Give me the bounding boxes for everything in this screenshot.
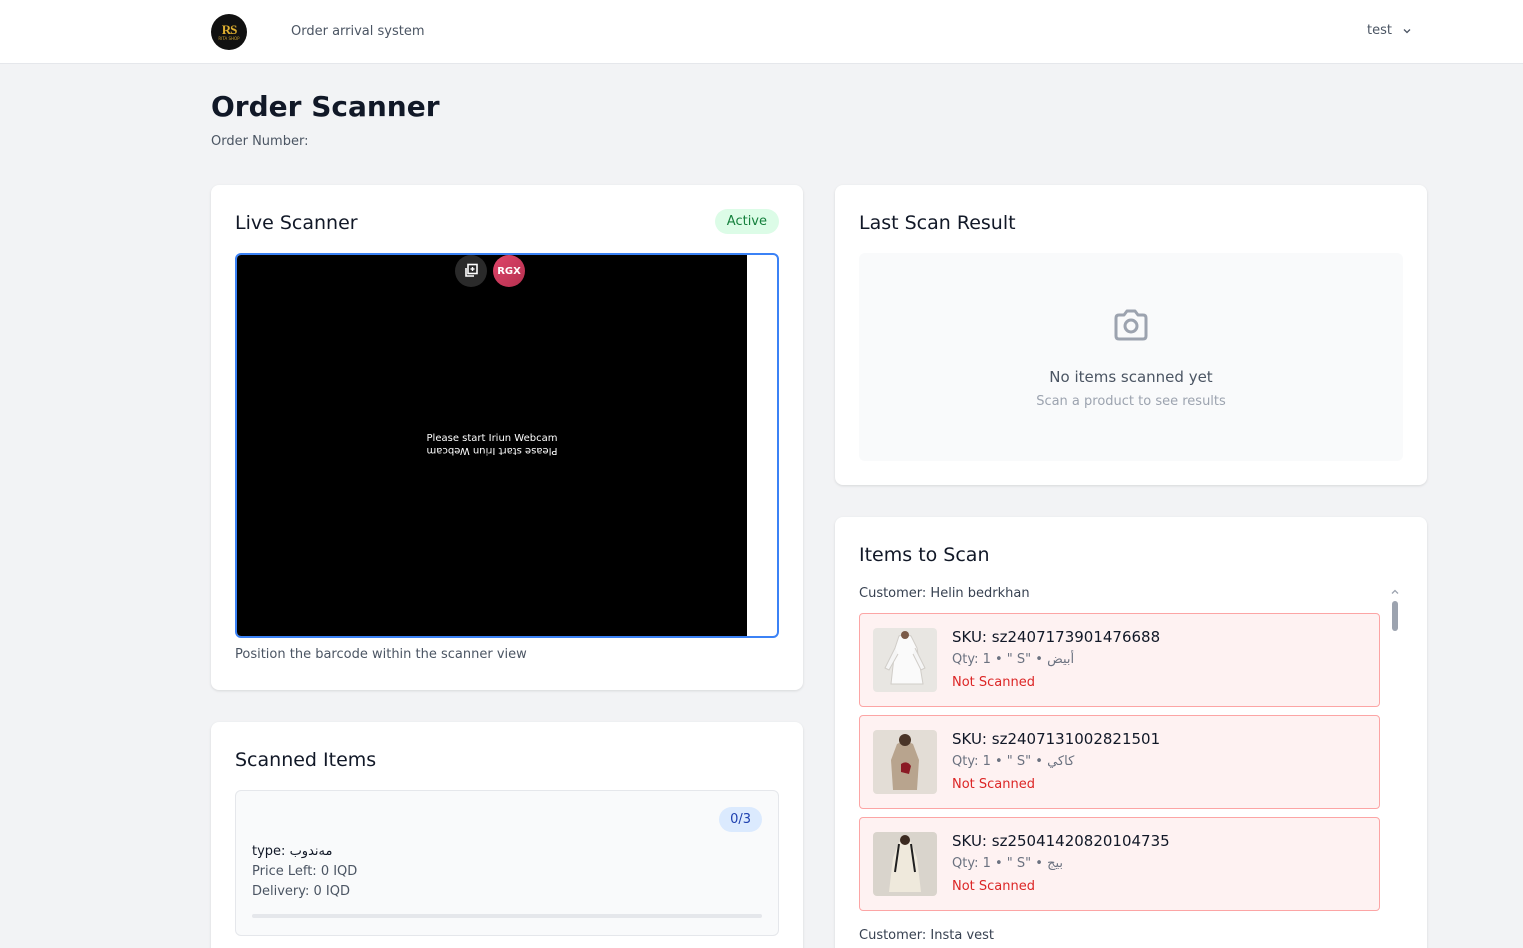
item-meta: Qty: 1 • " S" • أبيض (952, 652, 1075, 667)
last-scan-result-card: Last Scan Result No items scanned yet Sc… (835, 185, 1427, 485)
top-navigation-bar: RS RITA SHOP Order arrival system test (0, 0, 1523, 64)
brand-logo[interactable]: RS RITA SHOP (211, 14, 247, 50)
product-thumbnail (873, 730, 937, 794)
chevron-down-icon (1403, 28, 1411, 33)
empty-state-title: No items scanned yet (1049, 368, 1213, 386)
live-scanner-card: Live Scanner Active Please start Iriun W… (211, 185, 803, 690)
rgx-overlay-button[interactable]: RGX (493, 255, 525, 287)
order-number-label: Order Number: (211, 134, 309, 149)
camera-feed: Please start Iriun Webcam Please start I… (237, 255, 747, 636)
scan-progress-bar (252, 914, 762, 918)
user-name: test (1367, 23, 1392, 38)
scanned-count-badge: 0/3 (719, 807, 762, 832)
last-scan-title: Last Scan Result (859, 212, 1016, 234)
item-status: Not Scanned (952, 675, 1036, 690)
items-scrollbar[interactable] (1390, 587, 1400, 637)
empty-state-subtitle: Scan a product to see results (1036, 394, 1226, 409)
live-scanner-title: Live Scanner (235, 212, 358, 234)
delivery-fee: Delivery: 0 IQD (252, 884, 351, 899)
copy-icon (465, 263, 478, 277)
customer-name: Customer: Insta vest (859, 928, 995, 943)
logo-text: RS (221, 22, 238, 37)
item-sku: SKU: sz25041420820104735 (952, 832, 1170, 850)
order-summary-box: 0/3 type: مەندوب Price Left: 0 IQD Deliv… (235, 790, 779, 936)
scanner-view[interactable]: Please start Iriun Webcam Please start I… (235, 253, 779, 638)
item-sku: SKU: sz2407173901476688 (952, 628, 1161, 646)
items-to-scan-title: Items to Scan (859, 544, 990, 566)
customer-name: Customer: Helin bedrkhan (859, 586, 1030, 601)
item-status: Not Scanned (952, 777, 1036, 792)
chevron-up-icon[interactable] (1390, 587, 1400, 597)
scanner-hint: Position the barcode within the scanner … (235, 647, 527, 662)
app-title[interactable]: Order arrival system (291, 24, 425, 39)
list-item[interactable]: SKU: sz2407173901476688 Qty: 1 • " S" • … (859, 613, 1380, 707)
list-item[interactable]: SKU: sz25041420820104735 Qty: 1 • " S" •… (859, 817, 1380, 911)
status-badge: Active (714, 209, 779, 234)
scanned-items-title: Scanned Items (235, 749, 377, 771)
item-status: Not Scanned (952, 879, 1036, 894)
item-meta: Qty: 1 • " S" • كاكي (952, 754, 1075, 769)
item-meta: Qty: 1 • " S" • بيج (952, 856, 1064, 871)
scanned-items-card: Scanned Items 0/3 type: مەندوب Price Lef… (211, 722, 803, 948)
logo-subtext: RITA SHOP (218, 36, 240, 41)
camera-icon (1114, 309, 1148, 341)
scrollbar-thumb[interactable] (1392, 601, 1398, 631)
product-thumbnail (873, 832, 937, 896)
user-menu[interactable]: test (1367, 23, 1412, 38)
price-left: Price Left: 0 IQD (252, 864, 358, 879)
webcam-message-mirrored: Please start Iriun Webcam (426, 445, 558, 456)
items-to-scan-card: Items to Scan Customer: Helin bedrkhan S… (835, 517, 1427, 948)
order-type: type: مەندوب (252, 844, 333, 859)
list-item[interactable]: SKU: sz2407131002821501 Qty: 1 • " S" • … (859, 715, 1380, 809)
page-title: Order Scanner (211, 90, 440, 123)
product-thumbnail (873, 628, 937, 692)
webcam-message: Please start Iriun Webcam (426, 433, 558, 444)
empty-state: No items scanned yet Scan a product to s… (859, 253, 1403, 461)
item-sku: SKU: sz2407131002821501 (952, 730, 1161, 748)
copy-overlay-button[interactable] (455, 255, 487, 287)
